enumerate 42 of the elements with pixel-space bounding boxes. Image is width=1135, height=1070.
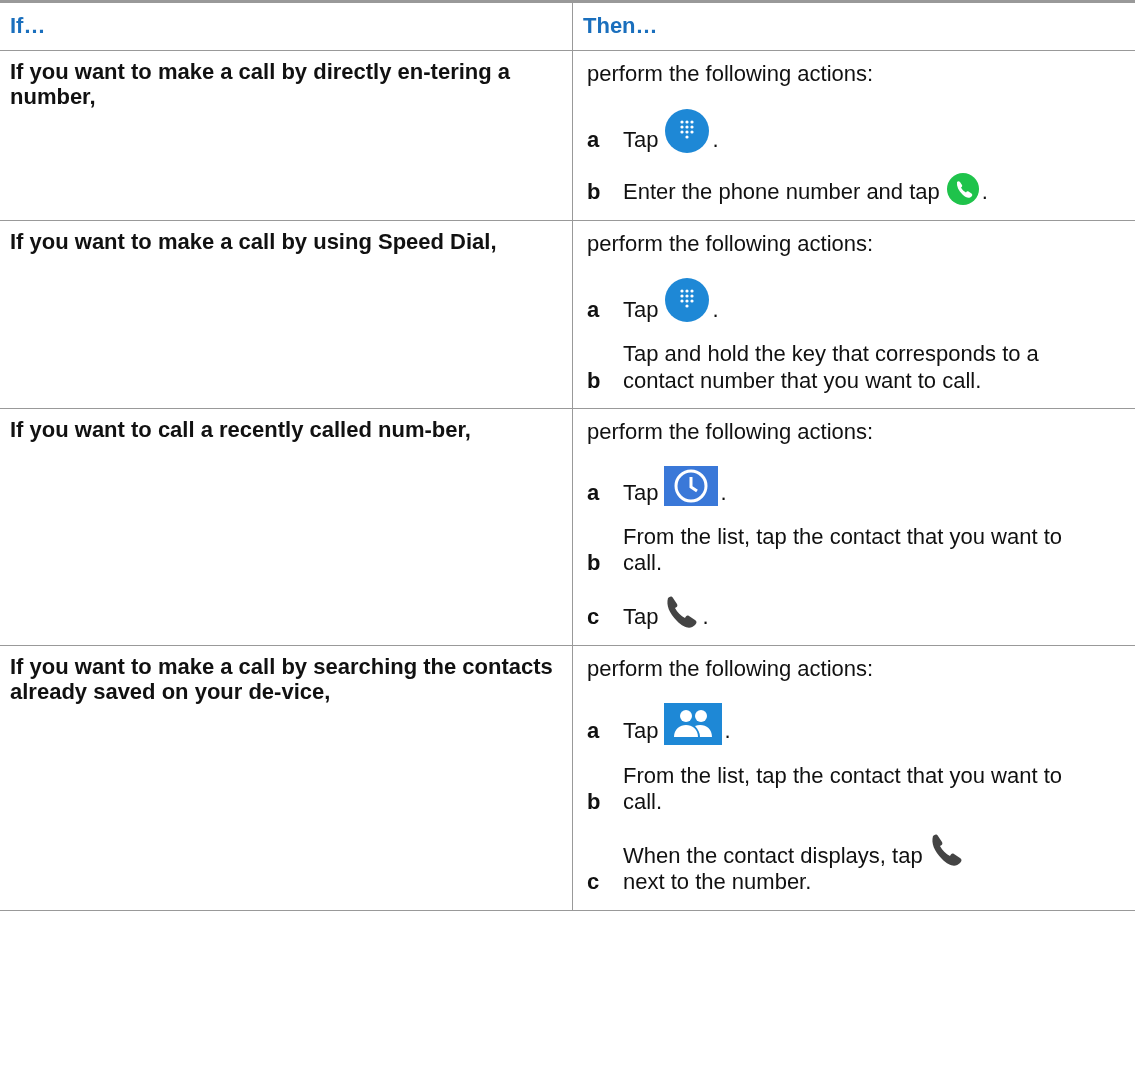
column-header: If… [10,13,46,38]
condition-text: If you want to make a call by directly en-tering a number, [10,58,512,110]
step-text: Tap [623,479,659,506]
phone-icon [945,171,980,206]
step-text: Tap [623,718,659,745]
dialpad-icon [664,277,711,324]
people-icon [664,702,723,745]
instruction-text: perform the following actions: [587,59,875,88]
step-text: Tap and hold the key that corresponds to a contact number that you want to call. [623,341,1040,395]
step-text: Enter the phone number and tap [623,179,940,206]
step-text: Tap [623,604,659,631]
instruction-text: perform the following actions: [587,229,875,258]
step-letter: b [587,179,602,206]
step-text: From the list, tap the contact that you want to call. [623,762,1063,816]
step-letter: b [587,550,602,577]
period-text: . [724,718,731,745]
instruction-text: perform the following actions: [587,654,875,683]
step-text: From the list, tap the contact that you want to call. [623,523,1063,577]
period-text: . [981,179,988,206]
period-text: . [702,604,709,631]
step-letter: b [587,788,602,816]
period-text: . [712,127,719,154]
dialpad-icon [664,107,711,154]
condition-text: If you want to make a call by searching the contacts already saved on your de-vice, [10,653,554,705]
step-letter: c [587,869,601,896]
step-text: When the contact displays, tap [623,842,923,870]
step-letter: c [587,604,601,631]
step-letter: b [587,367,602,395]
period-text: . [720,479,727,506]
step-letter: a [587,297,601,324]
condition-text: If you want to call a recently called num-ber, [10,417,472,443]
step-text: next to the number. [623,869,812,896]
step-letter: a [587,479,601,506]
step-text: Tap [623,127,659,154]
step-letter: a [587,127,601,154]
step-text: Tap [623,297,659,324]
clock-icon [664,465,719,506]
column-header: Then… [583,13,658,38]
step-letter: a [587,718,601,745]
period-text: . [712,297,719,324]
instruction-text: perform the following actions: [587,418,875,447]
condition-text: If you want to make a call by using Speed Dial, [10,228,498,254]
